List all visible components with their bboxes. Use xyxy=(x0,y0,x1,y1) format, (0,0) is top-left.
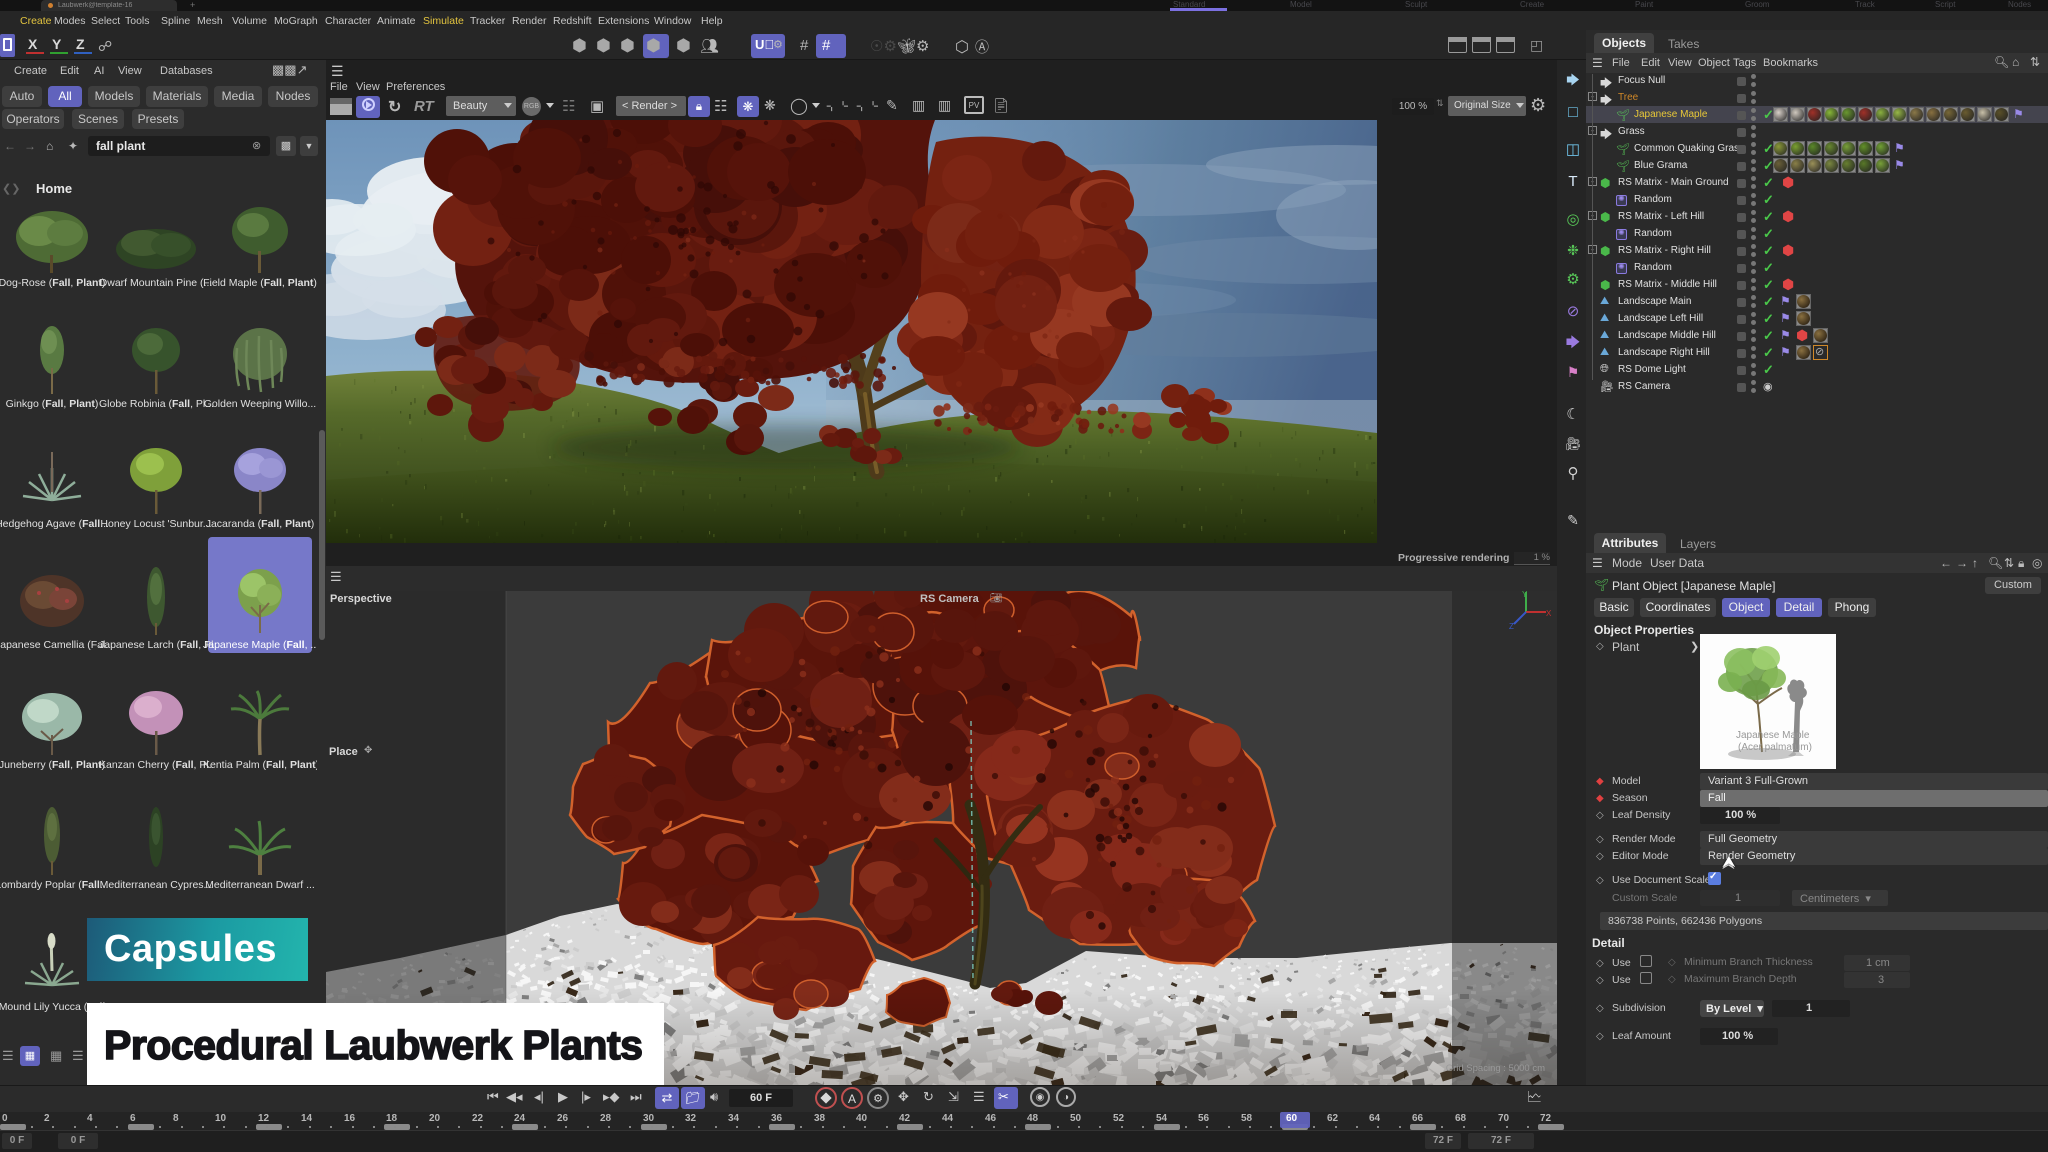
svg-text:Y: Y xyxy=(1522,590,1528,599)
svg-text:(Acer palmatum): (Acer palmatum) xyxy=(1738,742,1812,753)
svg-text:Japanese Maple: Japanese Maple xyxy=(1736,730,1810,741)
svg-text:Z: Z xyxy=(1509,622,1514,630)
svg-text:X: X xyxy=(1546,609,1552,618)
